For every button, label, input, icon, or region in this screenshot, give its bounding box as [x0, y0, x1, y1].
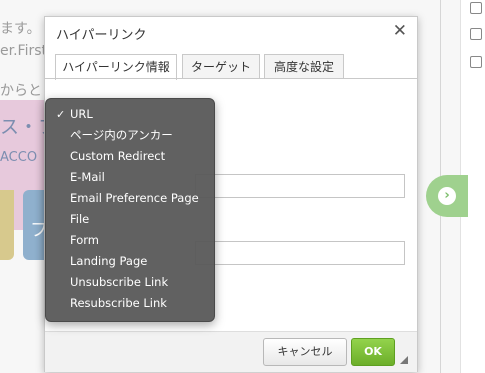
- resize-grip-icon[interactable]: [400, 356, 408, 364]
- dropdown-option-label: E-Mail: [70, 170, 105, 184]
- dropdown-option-label: Custom Redirect: [70, 149, 166, 163]
- dropdown-option-unsubscribe-link[interactable]: Unsubscribe Link: [46, 272, 214, 293]
- dialog-title: ハイパーリンク: [56, 28, 147, 43]
- tab-target[interactable]: ターゲット: [182, 54, 260, 79]
- toolbar-icon-1[interactable]: [470, 2, 482, 14]
- dropdown-option-email-preference-page[interactable]: Email Preference Page: [46, 188, 214, 209]
- close-icon[interactable]: ✕: [393, 21, 407, 41]
- dropdown-option-label: ページ内のアンカー: [70, 128, 173, 142]
- link-type-dropdown: ✓ URL ページ内のアンカー Custom Redirect E-Mail E…: [45, 98, 215, 322]
- dropdown-option-url[interactable]: ✓ URL: [46, 104, 214, 125]
- cancel-button[interactable]: キャンセル: [263, 338, 347, 366]
- dropdown-option-file[interactable]: File: [46, 209, 214, 230]
- dropdown-option-label: File: [70, 212, 90, 226]
- dropdown-option-custom-redirect[interactable]: Custom Redirect: [46, 146, 214, 167]
- tab-hyperlink-info[interactable]: ハイパーリンク情報: [55, 54, 177, 80]
- dialog-footer: キャンセル OK: [45, 331, 417, 372]
- ok-button[interactable]: OK: [351, 338, 395, 366]
- dropdown-option-label: Landing Page: [70, 254, 148, 268]
- next-arrow-button[interactable]: ›: [426, 175, 468, 217]
- toolbar-icon-2[interactable]: [470, 28, 482, 40]
- tabs-divider: [45, 78, 417, 79]
- dropdown-option-label: Form: [70, 233, 99, 247]
- chevron-right-icon: ›: [438, 187, 456, 205]
- background-block-yellow: [0, 190, 14, 260]
- toolbar-icon-3[interactable]: [470, 56, 482, 68]
- background-text-line3: からと: [0, 83, 42, 99]
- dropdown-option-form[interactable]: Form: [46, 230, 214, 251]
- tab-advanced[interactable]: 高度な設定: [264, 54, 344, 79]
- second-input[interactable]: [195, 241, 405, 265]
- dropdown-option-label: Resubscribe Link: [70, 296, 167, 310]
- dropdown-option-resubscribe-link[interactable]: Resubscribe Link: [46, 293, 214, 314]
- background-banner-subtext: ACCO: [0, 150, 38, 165]
- url-input[interactable]: [195, 174, 405, 198]
- dropdown-option-landing-page[interactable]: Landing Page: [46, 251, 214, 272]
- background-text-line1: ます。: [0, 21, 41, 37]
- dropdown-option-label: Email Preference Page: [70, 191, 199, 205]
- dropdown-option-page-anchor[interactable]: ページ内のアンカー: [46, 125, 214, 146]
- dropdown-option-label: URL: [70, 107, 93, 121]
- checkmark-icon: ✓: [56, 108, 66, 121]
- background-text-line2: er.First: [0, 43, 47, 59]
- dropdown-option-label: Unsubscribe Link: [70, 275, 169, 289]
- dropdown-option-email[interactable]: E-Mail: [46, 167, 214, 188]
